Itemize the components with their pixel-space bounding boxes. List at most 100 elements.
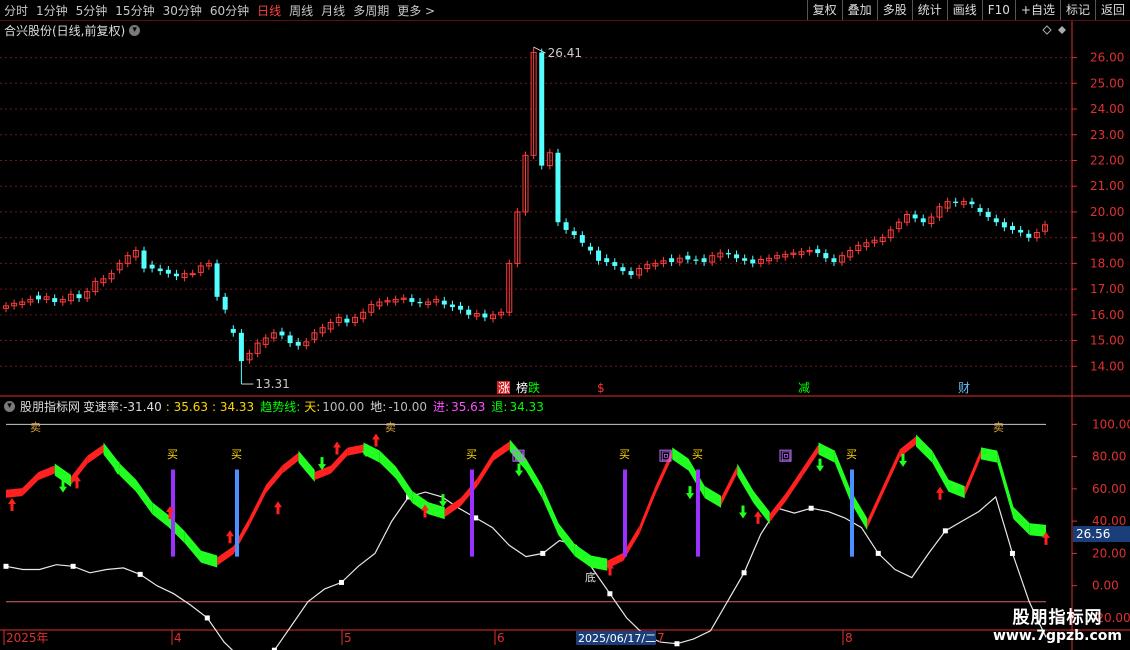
trend-ribbon-segment — [591, 555, 608, 571]
return-signal-label: 回 — [781, 451, 791, 463]
date-label: 2025年 — [6, 631, 49, 645]
trend-ribbon-segment — [396, 466, 413, 503]
buy-signal-bar — [850, 469, 854, 557]
event-label: 财 — [958, 381, 970, 395]
candle-body-down — [953, 201, 959, 203]
candle-body-down — [417, 301, 423, 304]
speed-marker — [540, 550, 546, 556]
candle-body-down — [458, 305, 464, 310]
candle-body-down — [230, 328, 236, 333]
date-label: 7 — [657, 631, 665, 645]
speed-marker — [137, 571, 143, 577]
buy-signal-bar — [623, 469, 627, 557]
candle-body-down — [612, 262, 618, 266]
trend-ribbon-segment — [136, 479, 153, 515]
down-arrow-icon — [686, 486, 694, 500]
candle-body-down — [993, 218, 999, 223]
trend-ribbon-segment — [119, 463, 136, 492]
candle-body-down — [579, 235, 585, 243]
date-label: 6 — [497, 631, 505, 645]
chevron-down-icon[interactable]: ▾ — [129, 25, 141, 36]
speed-marker — [204, 615, 210, 621]
event-label: $ — [597, 381, 605, 395]
sky-value: 100.00 — [322, 399, 365, 414]
indicator-tick-label: 20.00 — [1092, 546, 1126, 560]
candle-body-down — [977, 208, 983, 212]
price-tick-label: 17.00 — [1090, 282, 1124, 296]
candle-body-down — [815, 249, 821, 254]
trend-ribbon-segment — [249, 484, 266, 526]
indicator-header: ▾ 股朋指标网 变速率: -31.40 : 35.63 : 34.33 趋势线:… — [4, 398, 544, 415]
candle-body-down — [35, 295, 41, 300]
speed-marker — [70, 563, 76, 569]
out-value: 34.33 — [509, 399, 544, 414]
trend-ribbon-segment — [331, 447, 348, 474]
candle-body-down — [571, 231, 577, 236]
candle-body-down — [238, 332, 244, 362]
indicator-tick-label: 0.00 — [1092, 579, 1119, 593]
speed-marker — [1009, 550, 1015, 556]
price-tick-label: 15.00 — [1090, 334, 1124, 348]
event-label: 减 — [798, 381, 810, 395]
trend-ribbon-segment — [22, 471, 39, 497]
trend-ribbon-segment — [558, 523, 575, 557]
down-arrow-icon — [739, 505, 747, 519]
sell-signal-label: 卖 — [30, 421, 41, 434]
sell-signal-label: 卖 — [385, 421, 396, 434]
speed-label: 变速率: — [83, 400, 124, 414]
bottom-signal-label: 底 — [585, 570, 596, 584]
candle-body-down — [742, 258, 748, 261]
buy-signal-label: 买 — [167, 448, 178, 461]
date-label: 8 — [845, 631, 853, 645]
candle-body-down — [165, 269, 171, 274]
candle-body-down — [1018, 229, 1024, 233]
trend-ribbon-segment — [867, 484, 884, 529]
trend-ribbon-segment — [217, 546, 234, 566]
event-label: 榜 — [516, 380, 528, 395]
up-arrow-icon — [226, 530, 234, 544]
sky-label: 天: — [304, 400, 321, 414]
trend-ribbon-segment — [737, 463, 754, 503]
price-tick-label: 25.00 — [1090, 76, 1124, 90]
candle-body-down — [563, 222, 569, 230]
speed-marker — [338, 579, 344, 585]
candle-body-down — [734, 254, 740, 259]
candle-body-down — [604, 258, 610, 263]
trend-ribbon-segment — [721, 465, 738, 506]
trend-ribbon-segment — [574, 544, 591, 568]
cursor-date-label: 2025/06/17/二 — [578, 632, 656, 645]
out-label: 退: — [491, 400, 508, 414]
up-arrow-icon — [8, 498, 16, 512]
event-label: 跌 — [528, 380, 540, 395]
speed-marker — [3, 563, 9, 569]
trend-ribbon-segment — [786, 468, 803, 501]
candle-body-down — [920, 218, 926, 223]
candle-body-down — [693, 259, 699, 261]
candle-body-down — [141, 250, 147, 269]
chevron-down-icon[interactable]: ▾ — [4, 401, 15, 412]
buy-signal-label: 买 — [466, 448, 477, 461]
buy-signal-bar — [470, 469, 474, 557]
trend-ribbon-segment — [704, 486, 721, 508]
candle-body-down — [969, 201, 975, 205]
chart-canvas[interactable]: 14.00 15.00 16.00 17.00 18.00 19.00 20.00 21.00… — [0, 0, 1130, 650]
candle-body-down — [449, 304, 455, 308]
speed-marker — [808, 505, 814, 511]
trend-ribbon-segment — [753, 490, 770, 524]
trend-ribbon-segment — [948, 479, 965, 499]
candle-body-down — [628, 271, 634, 275]
candle-body-down — [596, 250, 602, 261]
speed-marker — [875, 550, 881, 556]
indicator-tick-label: 80.00 — [1092, 450, 1126, 464]
candle-body-down — [482, 313, 488, 318]
candle-body-down — [685, 255, 691, 260]
trend-ribbon-segment — [672, 447, 689, 471]
price-tick-label: 14.00 — [1090, 359, 1124, 373]
buy-signal-bar — [696, 469, 700, 557]
trend-ribbon-segment — [883, 449, 900, 493]
trend-ribbon-segment — [932, 450, 949, 492]
trend-ribbon-segment — [6, 488, 23, 498]
candle-body-down — [669, 258, 675, 263]
price-tick-label: 19.00 — [1090, 231, 1124, 245]
watermark: 股朋指标网 www.7gpzb.com — [993, 603, 1122, 644]
